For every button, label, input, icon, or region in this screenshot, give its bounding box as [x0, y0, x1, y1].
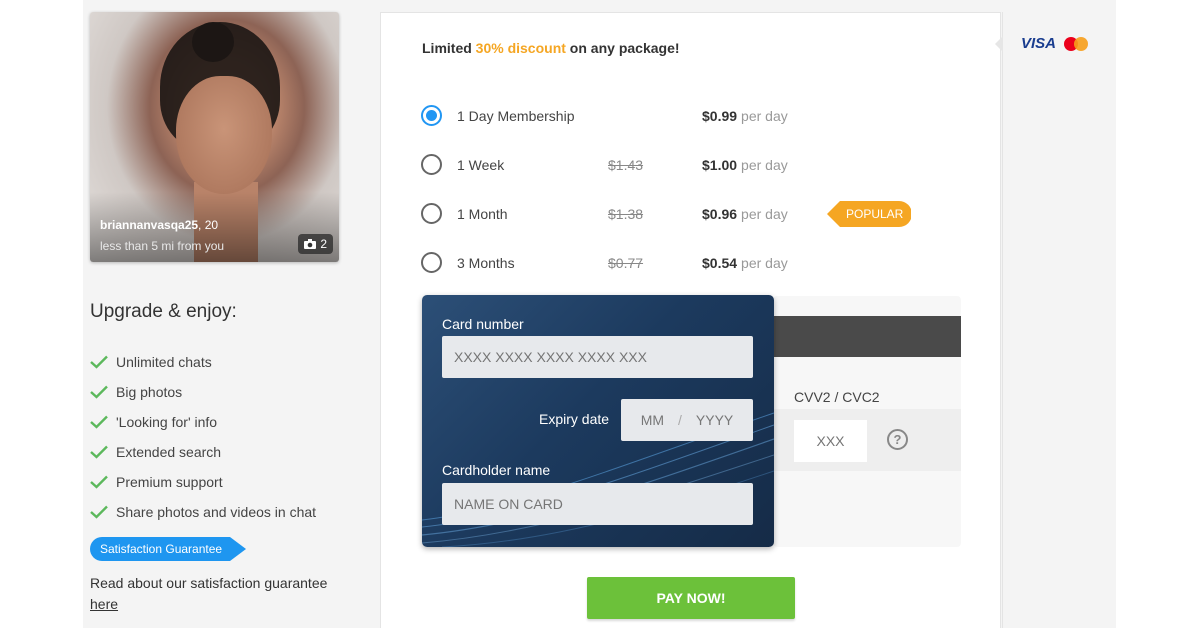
upgrade-title: Upgrade & enjoy:: [90, 301, 237, 322]
benefit-item: Extended search: [90, 437, 316, 467]
plan-name: 1 Month: [457, 205, 508, 222]
profile-card[interactable]: briannanvasqa25, 20 less than 5 mi from …: [90, 12, 339, 262]
plan-list: 1 Day Membership $0.99 per day 1 Week $1.…: [421, 91, 981, 287]
expiry-label: Expiry date: [539, 411, 610, 427]
promo-banner: Limited 30% discount on any package!: [422, 40, 680, 56]
plan-radio[interactable]: [421, 154, 442, 175]
check-icon: [90, 355, 108, 369]
benefit-item: Share photos and videos in chat: [90, 497, 316, 527]
plan-option-1-month[interactable]: 1 Month $1.38 $0.96 per day POPULAR: [421, 189, 981, 238]
plan-radio[interactable]: [421, 203, 442, 224]
check-icon: [90, 385, 108, 399]
plan-name: 3 Months: [457, 254, 515, 271]
check-icon: [90, 505, 108, 519]
guarantee-text: Read about our satisfaction guarantee he…: [90, 575, 328, 612]
help-icon[interactable]: ?: [887, 429, 908, 450]
plan-radio[interactable]: [421, 252, 442, 273]
benefit-item: 'Looking for' info: [90, 407, 316, 437]
plan-name: 1 Week: [457, 156, 505, 173]
benefit-item: Unlimited chats: [90, 347, 316, 377]
expiry-month[interactable]: MM: [641, 412, 664, 428]
popular-badge: POPULAR: [827, 201, 911, 227]
plan-price: $0.54 per day: [702, 254, 788, 271]
check-icon: [90, 445, 108, 459]
photo-count-badge[interactable]: 2: [298, 234, 333, 254]
plan-old-price: $1.43: [608, 156, 644, 173]
plan-price: $0.96 per day: [702, 205, 788, 222]
payment-panel: Limited 30% discount on any package! 1 D…: [380, 12, 1001, 628]
check-icon: [90, 415, 108, 429]
photo-count: 2: [320, 237, 327, 251]
card-number-label: Card number: [442, 316, 524, 332]
cardholder-label: Cardholder name: [442, 462, 551, 478]
plan-price: $1.00 per day: [702, 156, 788, 173]
benefit-item: Premium support: [90, 467, 316, 497]
plan-price: $0.99 per day: [702, 107, 788, 124]
cvv-input[interactable]: [794, 420, 867, 462]
card-front: Card number Expiry date MM / YYYY Cardho…: [422, 295, 774, 547]
magnetic-strip: [773, 316, 961, 357]
plan-old-price: $0.77: [608, 254, 644, 271]
expiry-year[interactable]: YYYY: [696, 412, 733, 428]
profile-distance: less than 5 mi from you: [100, 239, 225, 253]
profile-name: briannanvasqa25, 20: [100, 218, 219, 232]
plan-option-1-week[interactable]: 1 Week $1.43 $1.00 per day: [421, 140, 981, 189]
plan-name: 1 Day Membership: [457, 107, 575, 124]
benefit-item: Big photos: [90, 377, 316, 407]
plan-old-price: $1.38: [608, 205, 644, 222]
camera-icon: [304, 239, 317, 249]
cardholder-input[interactable]: [442, 483, 753, 525]
plan-radio[interactable]: [421, 105, 442, 126]
plan-option-1-day[interactable]: 1 Day Membership $0.99 per day: [421, 91, 981, 140]
satisfaction-guarantee-badge: Satisfaction Guarantee: [90, 537, 246, 561]
cvv-label: CVV2 / CVC2: [794, 389, 880, 405]
guarantee-link[interactable]: here: [90, 596, 118, 612]
pay-now-button[interactable]: PAY NOW!: [587, 577, 795, 619]
benefits-list: Unlimited chats Big photos 'Looking for'…: [90, 347, 316, 527]
visa-logo: VISA: [1021, 35, 1057, 52]
mastercard-icon: [1064, 37, 1088, 51]
card-back: CVV2 / CVC2 ?: [773, 296, 961, 547]
expiry-input[interactable]: MM / YYYY: [621, 399, 753, 441]
card-number-input[interactable]: [442, 336, 753, 378]
plan-option-3-months[interactable]: 3 Months $0.77 $0.54 per day: [421, 238, 981, 287]
check-icon: [90, 475, 108, 489]
payment-brands-panel: VISA: [995, 12, 1104, 628]
